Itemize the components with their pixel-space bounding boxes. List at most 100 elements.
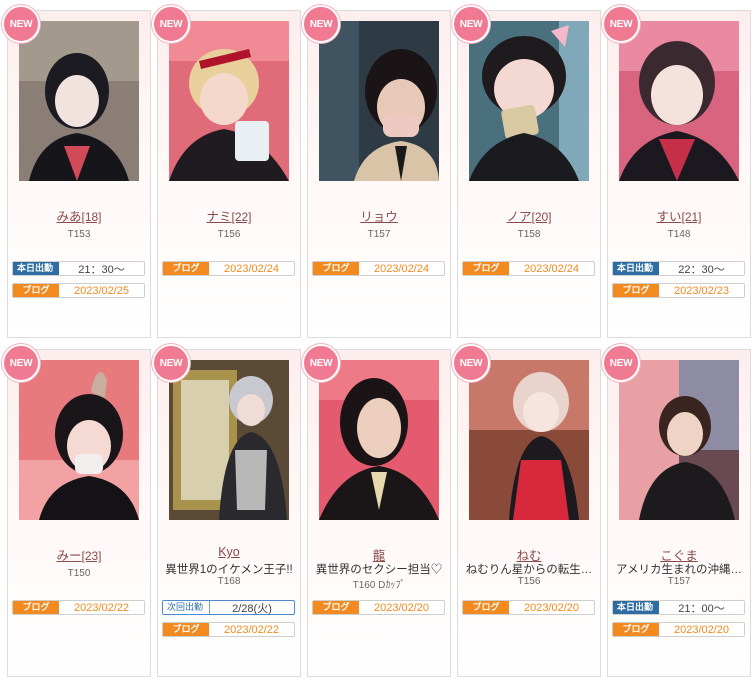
cast-photo[interactable] (169, 360, 289, 520)
cast-name-link[interactable]: ナミ[22] (158, 206, 300, 225)
blog-label: ブログ (313, 262, 359, 275)
cast-catchphrase: アメリカ生まれの沖縄… (616, 564, 742, 576)
cast-photo[interactable] (319, 21, 439, 181)
cast-catchphrase: 異世界1のイケメン王子!! (165, 564, 293, 576)
cast-height: T158 (517, 229, 541, 240)
cast-name-link[interactable]: リョウ (308, 206, 450, 225)
blog-date[interactable]: 2023/02/22 (59, 602, 144, 614)
photo-placeholder-icon (619, 21, 739, 181)
blog-date[interactable]: 2023/02/20 (509, 602, 594, 614)
photo-placeholder-icon (19, 360, 139, 520)
blog-date[interactable]: 2023/02/20 (659, 624, 744, 636)
cast-height: T156 (217, 229, 241, 240)
cast-height: T168 (217, 576, 241, 587)
blog-row[interactable]: ブログ 2023/02/24 (462, 261, 595, 276)
new-badge: NEW (2, 5, 40, 43)
blog-row[interactable]: ブログ 2023/02/22 (12, 600, 145, 615)
cast-card-mii[interactable]: NEW みー[23] T150 ブログ 2023/02/22 (2, 344, 151, 677)
cast-height: T153 (67, 229, 91, 240)
shift-time: 21：00～ (678, 602, 725, 615)
cast-catchphrase: 異世界のセクシー担当♡ (315, 564, 443, 576)
cast-photo[interactable] (19, 360, 139, 520)
cast-height: T156 (517, 576, 541, 587)
photo-placeholder-icon (469, 21, 589, 181)
blog-date[interactable]: 2023/02/22 (209, 624, 294, 636)
today-label: 本日出勤 (613, 262, 659, 275)
today-label: 本日出勤 (613, 601, 659, 614)
blog-label: ブログ (13, 601, 59, 614)
cast-card-ryou[interactable]: NEW リョウ T157 ブログ 2023/02/24 (302, 5, 451, 338)
new-badge: NEW (302, 344, 340, 382)
cast-card-kyo[interactable]: NEW Kyo 異世界1のイケメン王子!! T168 次回出勤 2/28(火) … (152, 344, 301, 677)
cast-height: T150 (67, 568, 91, 579)
new-badge: NEW (452, 5, 490, 43)
blog-date[interactable]: 2023/02/24 (359, 263, 444, 275)
blog-label: ブログ (163, 623, 209, 636)
shift-time: 22：30～ (678, 263, 725, 276)
blog-label: ブログ (13, 284, 59, 297)
blog-label: ブログ (613, 623, 659, 636)
blog-date[interactable]: 2023/02/23 (659, 285, 744, 297)
blog-date[interactable]: 2023/02/24 (209, 263, 294, 275)
blog-row[interactable]: ブログ 2023/02/20 (462, 600, 595, 615)
new-badge: NEW (602, 344, 640, 382)
photo-placeholder-icon (619, 360, 739, 520)
cast-photo[interactable] (19, 21, 139, 181)
blog-date[interactable]: 2023/02/20 (359, 602, 444, 614)
cast-height: T160 Dｶｯﾌﾟ (352, 580, 406, 591)
blog-label: ブログ (163, 262, 209, 275)
blog-label: ブログ (313, 601, 359, 614)
cast-card-nami[interactable]: NEW ナミ[22] T156 ブログ 2023/02/24 (152, 5, 301, 338)
cast-photo[interactable] (169, 21, 289, 181)
blog-label: ブログ (613, 284, 659, 297)
cast-name-link[interactable]: みあ[18] (8, 206, 150, 225)
cast-card-sui[interactable]: NEW すい[21] T148 本日出勤 22：30～ ブログ 2023/02/… (602, 5, 751, 338)
cast-card-nemu[interactable]: NEW ねむ ねむりん星からの転生… T156 ブログ 2023/02/20 (452, 344, 601, 677)
blog-row[interactable]: ブログ 2023/02/25 (12, 283, 145, 298)
blog-row[interactable]: ブログ 2023/02/20 (612, 622, 745, 637)
cast-photo[interactable] (619, 21, 739, 181)
new-badge: NEW (602, 5, 640, 43)
photo-placeholder-icon (19, 21, 139, 181)
blog-date[interactable]: 2023/02/24 (509, 263, 594, 275)
blog-row[interactable]: ブログ 2023/02/23 (612, 283, 745, 298)
cast-photo[interactable] (319, 360, 439, 520)
photo-placeholder-icon (169, 360, 289, 520)
blog-row[interactable]: ブログ 2023/02/24 (162, 261, 295, 276)
today-shift-row: 本日出勤 21：00～ (612, 600, 745, 615)
blog-row[interactable]: ブログ 2023/02/24 (312, 261, 445, 276)
cast-photo[interactable] (619, 360, 739, 520)
new-badge: NEW (302, 5, 340, 43)
today-label: 本日出勤 (13, 262, 59, 275)
cast-name-link[interactable]: ノア[20] (458, 206, 600, 225)
cast-photo[interactable] (469, 21, 589, 181)
cast-card-mia[interactable]: NEW みあ[18] T153 本日出勤 21：30～ ブログ 2023/02/… (2, 5, 151, 338)
cast-height: T157 (667, 576, 691, 587)
blog-label: ブログ (463, 601, 509, 614)
cast-catchphrase: ねむりん星からの転生… (465, 564, 593, 576)
new-badge: NEW (152, 344, 190, 382)
cast-card-koguma[interactable]: NEW こぐま アメリカ生まれの沖縄… T157 本日出勤 21：00～ ブログ… (602, 344, 751, 677)
blog-date[interactable]: 2023/02/25 (59, 285, 144, 297)
cast-card-ryuu[interactable]: NEW 龍 異世界のセクシー担当♡ T160 Dｶｯﾌﾟ ブログ 2023/02… (302, 344, 451, 677)
today-shift-row: 本日出勤 21：30～ (12, 261, 145, 276)
blog-row[interactable]: ブログ 2023/02/22 (162, 622, 295, 637)
cast-name-link[interactable]: すい[21] (608, 206, 750, 225)
cast-name-link[interactable]: Kyo (158, 545, 300, 559)
photo-placeholder-icon (319, 21, 439, 181)
new-badge: NEW (452, 344, 490, 382)
blog-label: ブログ (463, 262, 509, 275)
cast-photo[interactable] (469, 360, 589, 520)
today-shift-row: 本日出勤 22：30～ (612, 261, 745, 276)
blog-row[interactable]: ブログ 2023/02/20 (312, 600, 445, 615)
new-badge: NEW (152, 5, 190, 43)
cast-card-noa[interactable]: NEW ノア[20] T158 ブログ 2023/02/24 (452, 5, 601, 338)
cast-height: T157 (367, 229, 391, 240)
cast-name-link[interactable]: みー[23] (8, 545, 150, 564)
next-shift-date: 2/28(火) (232, 602, 272, 615)
new-badge: NEW (2, 344, 40, 382)
photo-placeholder-icon (169, 21, 289, 181)
cast-height: T148 (667, 229, 691, 240)
photo-placeholder-icon (469, 360, 589, 520)
shift-time: 21：30～ (78, 263, 125, 276)
